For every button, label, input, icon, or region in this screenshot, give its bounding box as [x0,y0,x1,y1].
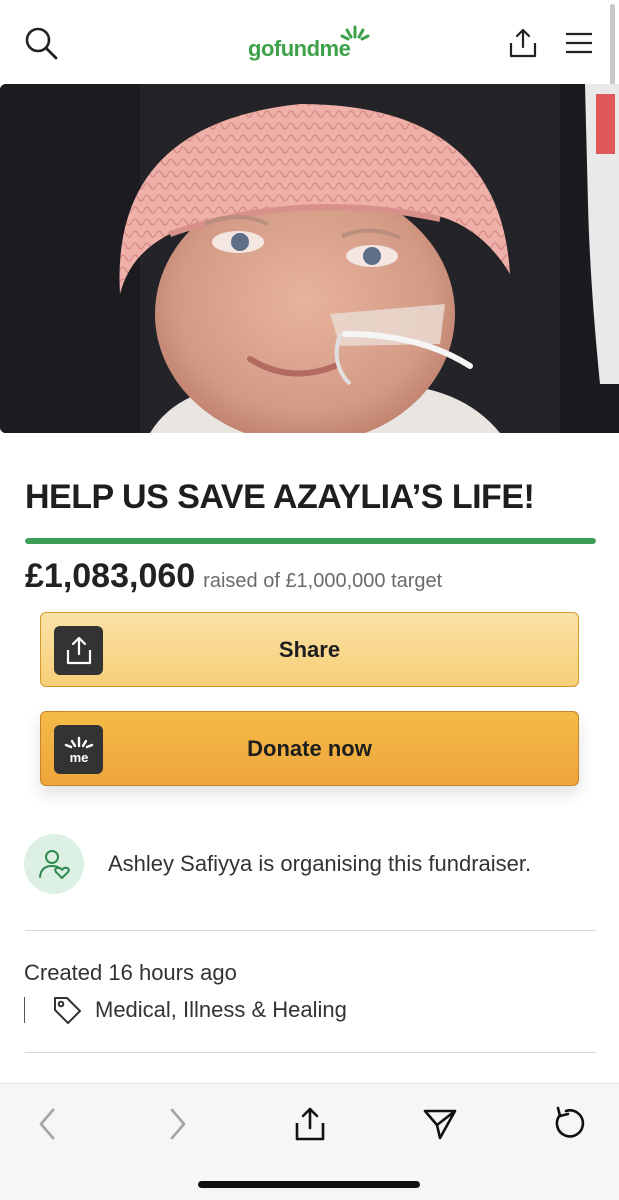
tag-icon [54,997,81,1024]
home-indicator[interactable] [198,1181,420,1188]
category-label: Medical, Illness & Healing [95,997,347,1022]
search-icon[interactable] [22,24,60,62]
donate-icon-text: me [69,750,88,765]
share-icon[interactable] [288,1102,332,1146]
organiser-row: Ashley Safiyya is organising this fundra… [24,834,596,894]
scrollbar[interactable] [610,4,615,94]
divider [25,1052,596,1053]
category-tag[interactable]: Medical, Illness & Healing [24,994,347,1026]
progress-bar [25,538,596,544]
logo-text: gofundme [248,36,351,61]
created-time: Created 16 hours ago [24,960,237,985]
campaign-photo [0,84,619,433]
share-icon [54,626,103,675]
raised-summary: £1,083,060 raised of £1,000,000 target [25,557,442,596]
raised-amount: £1,083,060 [25,557,196,595]
back-icon[interactable] [25,1102,69,1146]
reload-icon[interactable] [548,1102,592,1146]
organiser-text: Ashley Safiyya is organising this fundra… [108,851,532,876]
menu-icon[interactable] [560,24,598,62]
progress-fill [25,538,596,544]
person-heart-icon [39,850,70,879]
category-separator [24,997,25,1023]
top-bar: gofundme [0,0,619,94]
browser-toolbar [0,1083,619,1200]
share-icon[interactable] [504,24,542,62]
campaign-title: HELP US SAVE AZAYLIA’S LIFE! [25,478,535,516]
share-button-label: Share [278,636,341,662]
donate-button-label: Donate now [247,735,372,761]
divider [25,930,596,931]
logo-sprout-icon [340,25,370,41]
gofundme-logo[interactable]: gofundme [248,24,372,64]
gofundme-me-icon: me [54,725,103,774]
share-button[interactable]: Share [40,612,579,687]
raised-target-text: raised of £1,000,000 target [203,570,443,592]
donate-button[interactable]: me Donate now [40,711,579,786]
forward-icon[interactable] [156,1102,200,1146]
organiser-avatar [24,834,84,894]
send-icon[interactable] [418,1102,462,1146]
